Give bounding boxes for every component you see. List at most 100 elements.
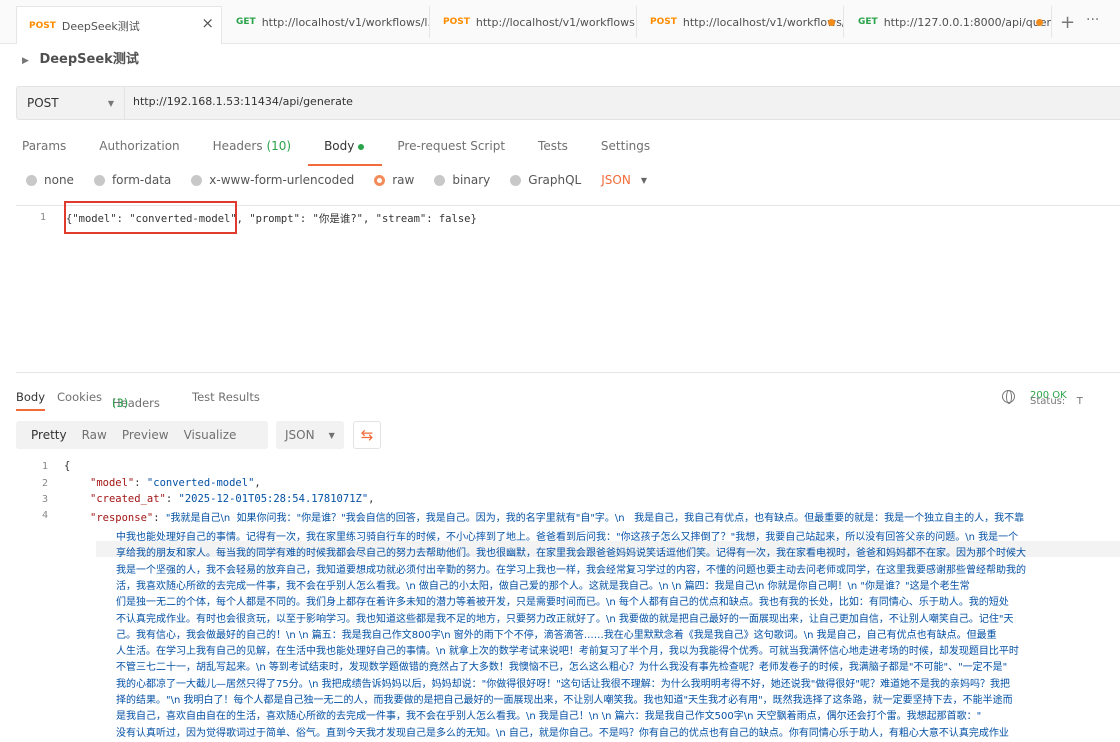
tab-body[interactable]: Body: [307, 134, 383, 166]
radio-raw[interactable]: raw: [374, 173, 414, 187]
tab-authorization[interactable]: Authorization: [99, 134, 179, 158]
method-select[interactable]: POST ▼: [17, 87, 125, 119]
caret-down-icon: ▼: [328, 430, 335, 440]
radio-icon: [26, 174, 37, 186]
request-tab-get-query[interactable]: GET http://127.0.0.1:8000/api/query: [846, 6, 1052, 38]
resp-tab-body[interactable]: Body: [16, 390, 46, 411]
tab-title: DeepSeek测试: [61, 19, 140, 33]
more-tabs-icon[interactable]: ···: [1086, 12, 1099, 28]
method-label: POST: [29, 20, 56, 31]
response-text-line: 们是独一无二的个体，每个人都是不同的。我们身上都存在着许多未知的潜力等着被开发，…: [116, 597, 1009, 609]
response-format-select[interactable]: JSON ▼: [276, 421, 344, 449]
request-tab-get-workflows[interactable]: GET http://localhost/v1/workflows/l...: [224, 6, 430, 38]
method-label: GET: [236, 17, 256, 27]
response-text-line: 没有认真听过，因为觉得歌词过于简单、俗气。直到今天我才发现自己是多么的无知。\n…: [116, 727, 1009, 739]
time-label: T: [1076, 396, 1083, 407]
json-value: "converted-model": [146, 477, 255, 489]
radio-none[interactable]: none: [26, 173, 74, 187]
response-text-line: 人生活。在学习上我有自己的见解，在生活中我也能处理好自己的事情。\n 就拿上次的…: [116, 646, 1019, 658]
json-line-created-at: "created_at": "2025-12-01T05:28:54.17810…: [90, 493, 375, 505]
json-line-model: "model": "converted-model",: [90, 477, 261, 489]
new-tab-plus-icon[interactable]: +: [1060, 12, 1075, 33]
line-number: 4: [41, 510, 48, 521]
close-tab-icon[interactable]: ×: [201, 14, 214, 32]
line-number: 1: [39, 212, 46, 223]
request-tab-post-workflows[interactable]: POST http://localhost/v1/workflows...: [431, 6, 637, 38]
resp-tab-test-results[interactable]: Test Results: [192, 390, 260, 404]
view-visualize[interactable]: Visualize: [184, 428, 237, 442]
body-type-selector: none form-data x-www-form-urlencoded raw…: [26, 171, 647, 189]
tab-params[interactable]: Params: [22, 134, 66, 158]
wrap-lines-button[interactable]: ⇆: [353, 421, 381, 449]
highlight-annotation-box: [64, 201, 237, 234]
method-label: POST: [443, 17, 470, 27]
json-line-response: "response": "我就是自己\n 如果你问我："你是谁？"我会自信的回答…: [90, 512, 1025, 524]
request-name: DeepSeek测试: [39, 52, 139, 67]
globe-icon[interactable]: [1002, 390, 1015, 404]
unsaved-dot-icon: [828, 19, 835, 26]
json-key: "created_at": [90, 493, 166, 505]
radio-label: none: [44, 173, 74, 187]
request-tab-deepseek[interactable]: POST DeepSeek测试 ×: [16, 6, 222, 44]
radio-icon: [434, 174, 446, 186]
radio-icon: [510, 174, 522, 186]
tab-tests[interactable]: Tests: [538, 134, 568, 158]
response-text-line: 活，我喜欢随心所欲的去完成一件事，我不会在乎别人怎么看我。\n 做自己的小太阳，…: [116, 580, 970, 592]
wrap-icon: ⇆: [360, 426, 374, 444]
response-text-line: 中我也能处理好自己的事情。记得有一次，我在家里练习骑自行车的时候，不小心摔到了地…: [116, 532, 1019, 543]
json-brace: {: [64, 460, 71, 472]
view-pretty[interactable]: Pretty: [31, 428, 67, 442]
response-text-line: 己。我有信心，我会做最好的自己的！\n \n 篇五：我是我自己作文800字\n …: [116, 629, 997, 641]
tab-title: http://127.0.0.1:8000/api/query: [883, 15, 1052, 29]
response-text-line: 是我自己，喜欢自由自在的生活，喜欢随心所欲的去完成一件事，我不会在乎别人怎么看我…: [116, 711, 982, 723]
tab-settings[interactable]: Settings: [601, 134, 650, 158]
request-tab-bar: POST DeepSeek测试 × GET http://localhost/v…: [0, 0, 1120, 44]
raw-format-select[interactable]: JSON ▼: [601, 173, 647, 187]
caret-down-icon: ▼: [640, 175, 647, 185]
request-tabs: Params Authorization Headers (10) Body P…: [16, 134, 683, 166]
radio-label: GraphQL: [528, 173, 582, 187]
radio-label: raw: [392, 173, 415, 187]
radio-graphql[interactable]: GraphQL: [510, 173, 581, 187]
json-key: "model": [90, 477, 135, 489]
view-raw[interactable]: Raw: [82, 428, 107, 442]
unsaved-dot-icon: [1036, 19, 1043, 26]
radio-icon: [191, 174, 203, 186]
headers-count: (10): [266, 139, 292, 153]
line-number: 3: [41, 494, 48, 505]
radio-label: form-data: [111, 173, 172, 187]
tab-headers[interactable]: Headers (10): [213, 134, 291, 158]
radio-binary[interactable]: binary: [434, 173, 490, 187]
response-text-line: 享给我的朋友和家人。每当我的同学有难的时候我都会尽自己的努力去帮助他们。我也很幽…: [116, 548, 1026, 560]
radio-x-www-form-urlencoded[interactable]: x-www-form-urlencoded: [191, 173, 354, 187]
radio-selected-icon: [374, 174, 386, 186]
response-status: Status: 200 OK T: [1030, 390, 1083, 407]
response-text-line: 我是一个坚强的人，我不会轻易的放弃自己，我知道要想成功就必须付出辛勤的努力。在学…: [116, 564, 1026, 576]
chevron-down-icon: ▼: [107, 99, 114, 108]
line-number: 2: [41, 478, 48, 489]
view-preview[interactable]: Preview: [122, 428, 169, 442]
tab-title: http://localhost/v1/workflows/...: [682, 15, 844, 29]
tab-title: http://localhost/v1/workflows/l...: [261, 15, 430, 29]
line-number: 1: [41, 461, 48, 472]
radio-form-data[interactable]: form-data: [93, 173, 172, 187]
json-value: "我就是自己\n 如果你问我："你是谁？"我会自信的回答，我是自己。因为，我的名…: [165, 513, 1025, 524]
raw-format-value: JSON: [601, 173, 631, 187]
resp-headers-count: (3): [112, 396, 129, 410]
request-tab-post-workflows-2[interactable]: POST http://localhost/v1/workflows/...: [638, 6, 844, 38]
tab-body-label: Body: [324, 139, 355, 153]
tab-prerequest-script[interactable]: Pre-request Script: [397, 134, 505, 158]
response-format-value: JSON: [285, 428, 315, 442]
method-value: POST: [27, 96, 59, 110]
expand-caret-icon[interactable]: ▶: [22, 56, 29, 66]
status-label: Status:: [1030, 396, 1066, 407]
view-mode-group: Pretty Raw Preview Visualize: [16, 421, 268, 449]
method-label: GET: [858, 17, 878, 27]
radio-label: x-www-form-urlencoded: [209, 173, 355, 187]
resp-tab-cookies[interactable]: Cookies: [57, 390, 102, 404]
radio-icon: [93, 174, 105, 186]
body-indicator-dot-icon: [358, 143, 365, 150]
url-input[interactable]: http://192.168.1.53:11434/api/generate: [133, 95, 633, 108]
breadcrumb[interactable]: ▶ DeepSeek测试: [22, 48, 139, 67]
response-text-line: 择的结果。"\n 我明白了！每个人都是自己独一无二的人，而我要做的是把自己最好的…: [116, 695, 1013, 706]
